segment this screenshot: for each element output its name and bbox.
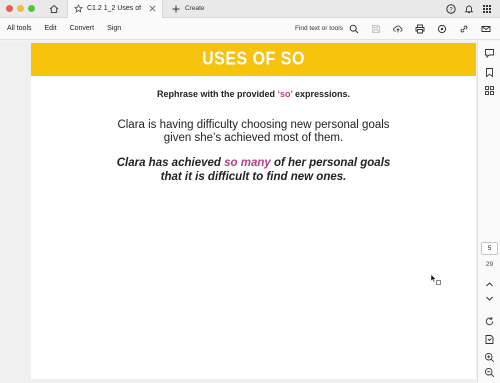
prompt-sentence: Clara is having difficulty choosing new … [31, 119, 476, 145]
help-icon[interactable]: ? [446, 3, 456, 14]
prompt-line-2: given she’s achieved most of them. [163, 132, 344, 144]
bookmark-icon[interactable] [484, 67, 495, 78]
answer-part-1: Clara has achieved [116, 157, 225, 169]
document-viewport[interactable]: USES OF SO Rephrase with the provided ‘s… [0, 41, 476, 383]
toolbar-actions: Find text or tools [295, 24, 491, 34]
instruction-so: ‘so’ [277, 89, 293, 99]
right-sidebar: 5 29 [477, 41, 500, 383]
bell-icon[interactable] [464, 4, 474, 14]
instruction-before: Rephrase with the provided [156, 89, 278, 99]
minimize-window-button[interactable] [17, 5, 24, 12]
print-icon[interactable] [415, 24, 425, 34]
apps-grid-icon[interactable] [482, 4, 492, 14]
upload-cloud-icon[interactable] [393, 24, 403, 34]
comment-icon[interactable] [484, 48, 495, 59]
window-tab-bar: C1.2 1_2 Uses of So.pdf Create ? [0, 0, 500, 18]
tabbar-actions: ? [446, 3, 492, 14]
menu-bar: All tools Edit Convert Sign [7, 25, 121, 32]
instruction-after: expressions. [292, 89, 351, 99]
tab-title: C1.2 1_2 Uses of So.pdf [87, 5, 143, 12]
close-tab-icon[interactable] [147, 4, 157, 14]
link-icon[interactable] [459, 24, 469, 34]
find-text-label[interactable]: Find text or tools [295, 25, 343, 32]
page-number-input[interactable]: 5 [481, 242, 498, 255]
chevron-down-icon[interactable] [484, 293, 495, 304]
create-tab-button[interactable]: Create [171, 4, 205, 14]
create-label: Create [185, 5, 205, 12]
mail-icon[interactable] [481, 24, 491, 34]
answer-part-2: of her personal goals [270, 157, 391, 169]
save-icon[interactable] [371, 24, 381, 34]
instruction-text: Rephrase with the provided ‘so’ expressi… [31, 89, 476, 99]
ai-assistant-icon[interactable] [437, 24, 447, 34]
answer-highlight: so many [224, 157, 271, 169]
rotate-icon[interactable] [484, 316, 495, 327]
menu-edit[interactable]: Edit [45, 25, 57, 32]
search-icon[interactable] [349, 24, 359, 34]
mouse-cursor-icon [430, 273, 442, 285]
window-controls [6, 5, 35, 12]
main-toolbar: All tools Edit Convert Sign Find text or… [0, 18, 500, 40]
close-window-button[interactable] [6, 5, 13, 12]
zoom-out-icon[interactable] [484, 367, 495, 378]
star-icon[interactable] [73, 4, 83, 14]
page-total: 29 [485, 261, 494, 268]
zoom-in-icon[interactable] [484, 352, 495, 363]
thumbnails-icon[interactable] [484, 85, 495, 96]
prompt-line-1: Clara is having difficulty choosing new … [117, 119, 390, 131]
answer-line-2: that it is difficult to find new ones. [160, 171, 347, 183]
maximize-window-button[interactable] [28, 5, 35, 12]
menu-sign[interactable]: Sign [107, 25, 121, 32]
chevron-up-icon[interactable] [484, 279, 495, 290]
menu-all-tools[interactable]: All tools [7, 25, 32, 32]
title-banner: USES OF SO [31, 43, 476, 76]
home-icon[interactable] [47, 2, 61, 16]
plus-icon [171, 4, 181, 14]
answer-sentence: Clara has achieved so many of her person… [31, 156, 476, 184]
answer-line-1: Clara has achieved so many of her person… [31, 156, 476, 170]
banner-title: USES OF SO [202, 49, 305, 69]
document-tab[interactable]: C1.2 1_2 Uses of So.pdf [67, 0, 163, 18]
pdf-page: USES OF SO Rephrase with the provided ‘s… [31, 43, 476, 379]
menu-convert[interactable]: Convert [70, 25, 95, 32]
page-fit-icon[interactable] [484, 334, 495, 345]
